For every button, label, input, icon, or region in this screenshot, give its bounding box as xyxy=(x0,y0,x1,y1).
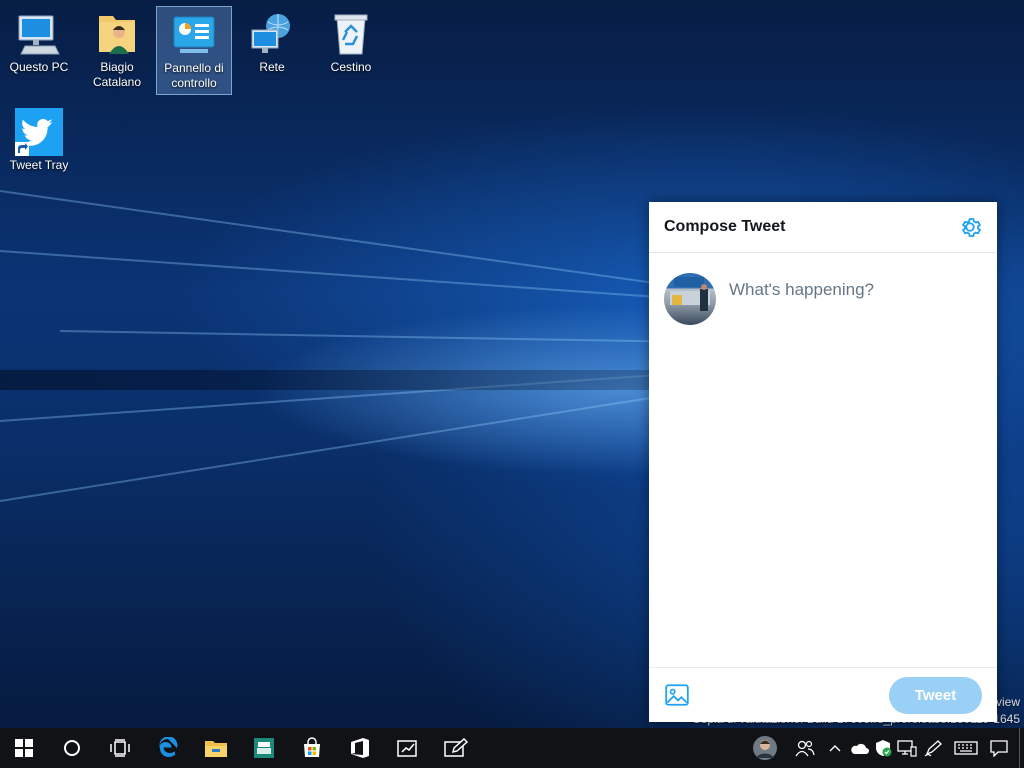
file-explorer-icon[interactable] xyxy=(192,728,240,768)
desktop-icon-pannello-di-controllo[interactable]: Pannello di controllo xyxy=(156,6,232,95)
panel-title: Compose Tweet xyxy=(664,218,786,235)
network-icon xyxy=(248,10,296,58)
store-icon[interactable] xyxy=(288,728,336,768)
edge-icon[interactable] xyxy=(144,728,192,768)
app-icon[interactable] xyxy=(240,728,288,768)
desktop-icon-questo-pc[interactable]: Questo PC xyxy=(1,6,77,78)
network-status-icon[interactable] xyxy=(895,728,919,768)
add-media-icon[interactable] xyxy=(663,681,691,709)
user-avatar xyxy=(664,273,716,325)
cortana-icon[interactable] xyxy=(48,728,96,768)
people-icon[interactable] xyxy=(787,728,823,768)
user-folder-icon xyxy=(93,10,141,58)
desktop-icon-cestino[interactable]: Cestino xyxy=(313,6,389,78)
system-tray xyxy=(743,728,1024,768)
tray-avatar[interactable] xyxy=(743,728,787,768)
onedrive-icon[interactable] xyxy=(847,728,871,768)
start-icon[interactable] xyxy=(0,728,48,768)
pen-icon[interactable] xyxy=(919,728,949,768)
defender-icon[interactable] xyxy=(871,728,895,768)
desktop-icon-tweet-tray[interactable]: Tweet Tray xyxy=(1,104,77,176)
compose-tweet-panel: Compose Tweet Tweet xyxy=(649,202,997,722)
panel-header: Compose Tweet xyxy=(649,202,997,253)
panel-footer: Tweet xyxy=(649,667,997,722)
build-watermark-line1: view xyxy=(995,695,1020,709)
control-panel-icon xyxy=(170,11,218,59)
taskbar xyxy=(0,728,1024,768)
twitter-shortcut-icon xyxy=(15,108,63,156)
show-desktop-button[interactable] xyxy=(1019,728,1024,768)
notification-icon[interactable] xyxy=(983,728,1015,768)
tweet-text-input[interactable] xyxy=(729,275,979,305)
task-view-icon[interactable] xyxy=(96,728,144,768)
desktop-icon-rete[interactable]: Rete xyxy=(234,6,310,78)
office-icon[interactable] xyxy=(336,728,384,768)
chevron-up-icon[interactable] xyxy=(823,728,847,768)
computer-icon xyxy=(15,10,63,58)
keyboard-icon[interactable] xyxy=(949,728,983,768)
sketch-icon[interactable] xyxy=(432,728,480,768)
settings-gear-icon[interactable] xyxy=(957,214,983,240)
desktop-icon-biagio-catalano[interactable]: Biagio Catalano xyxy=(79,6,155,93)
whiteboard-icon[interactable] xyxy=(384,728,432,768)
recycle-bin-icon xyxy=(327,10,375,58)
tweet-button[interactable]: Tweet xyxy=(889,676,982,714)
compose-area xyxy=(649,253,997,667)
